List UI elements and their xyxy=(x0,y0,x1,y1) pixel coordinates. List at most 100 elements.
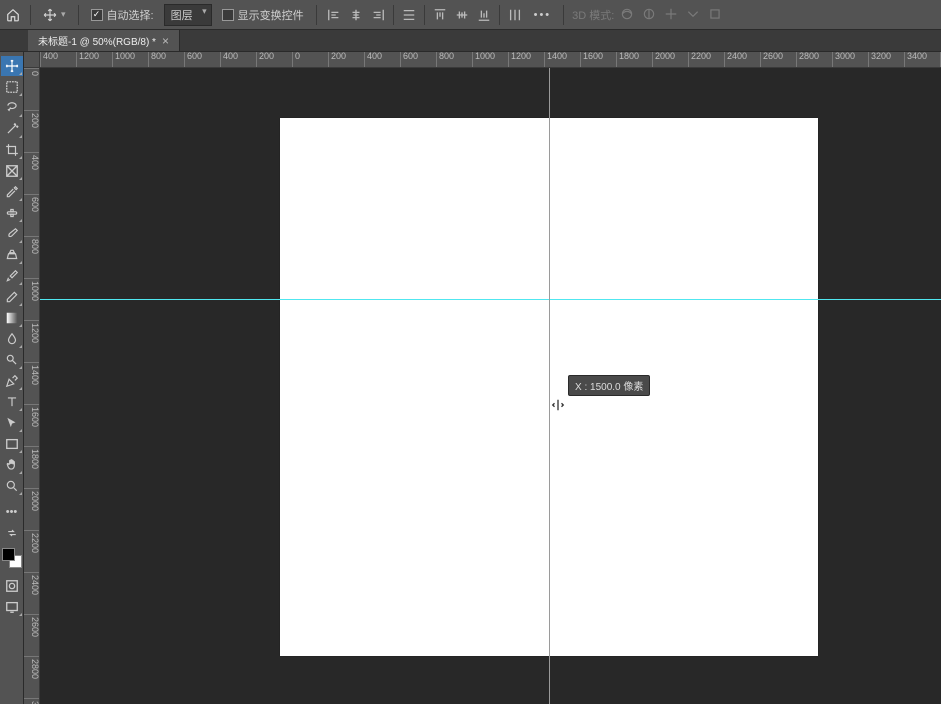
ruler-tick: 200 xyxy=(24,110,40,128)
divider xyxy=(316,5,317,25)
ruler-tick: 2200 xyxy=(24,530,40,553)
ruler-tick: 2000 xyxy=(652,52,675,68)
guide-position-tooltip: X : 1500.0 像素 xyxy=(568,375,650,396)
home-icon[interactable] xyxy=(4,6,22,24)
ruler-tick: 200 xyxy=(328,52,346,68)
ruler-tick: 2400 xyxy=(724,52,747,68)
auto-select-target-dropdown[interactable]: 图层 xyxy=(164,4,212,26)
horizontal-ruler[interactable]: 4001200100080060040020002004006008001000… xyxy=(40,52,941,68)
edit-toolbar-icon[interactable]: ••• xyxy=(1,502,23,522)
ruler-tick: 1600 xyxy=(24,404,40,427)
swap-colors-icon[interactable] xyxy=(1,523,23,543)
align-left-icon[interactable] xyxy=(325,6,343,24)
auto-select-checkbox[interactable]: 自动选择: xyxy=(87,5,158,25)
ruler-tick: 2400 xyxy=(24,572,40,595)
foreground-background-colors[interactable] xyxy=(2,548,22,568)
align-bottom-icon[interactable] xyxy=(475,6,493,24)
dodge-tool[interactable] xyxy=(1,350,23,370)
ruler-tick: 1200 xyxy=(508,52,531,68)
ruler-tick: 1000 xyxy=(472,52,495,68)
ruler-tick: 600 xyxy=(24,194,40,212)
ruler-tick: 400 xyxy=(220,52,238,68)
ruler-tick: 2800 xyxy=(796,52,819,68)
clone-stamp-tool[interactable] xyxy=(1,245,23,265)
3d-drag-icon[interactable] xyxy=(664,7,680,23)
gradient-tool[interactable] xyxy=(1,308,23,328)
move-tool-icon[interactable]: ▾ xyxy=(39,6,70,24)
type-tool[interactable] xyxy=(1,392,23,412)
ruler-tick: 1200 xyxy=(76,52,99,68)
ruler-tick: 800 xyxy=(436,52,454,68)
document-tab-bar: 未标题-1 @ 50%(RGB/8) * × xyxy=(0,30,941,52)
align-center-h-icon[interactable] xyxy=(347,6,365,24)
ruler-corner[interactable] xyxy=(24,52,40,68)
3d-icons-group xyxy=(620,7,724,23)
zoom-tool[interactable] xyxy=(1,476,23,496)
ruler-tick: 3200 xyxy=(868,52,891,68)
show-transform-controls-checkbox[interactable]: 显示变换控件 xyxy=(218,5,308,25)
distribute-h-icon[interactable] xyxy=(400,6,418,24)
foreground-color[interactable] xyxy=(2,548,15,561)
hand-tool[interactable] xyxy=(1,455,23,475)
auto-select-label: 自动选择: xyxy=(107,7,154,23)
blur-tool[interactable] xyxy=(1,329,23,349)
ruler-tick: 1800 xyxy=(24,446,40,469)
ruler-tick: 800 xyxy=(148,52,166,68)
checkbox-icon xyxy=(91,9,103,21)
lasso-tool[interactable] xyxy=(1,98,23,118)
document-tab[interactable]: 未标题-1 @ 50%(RGB/8) * × xyxy=(28,30,180,51)
ruler-tick: 1400 xyxy=(544,52,567,68)
healing-brush-tool[interactable] xyxy=(1,203,23,223)
magic-wand-tool[interactable] xyxy=(1,119,23,139)
checkbox-icon xyxy=(222,9,234,21)
divider xyxy=(499,5,500,25)
brush-tool[interactable] xyxy=(1,224,23,244)
canvas-area[interactable]: X : 1500.0 像素 xyxy=(40,68,941,704)
3d-rotate-icon[interactable] xyxy=(620,7,636,23)
show-transform-label: 显示变换控件 xyxy=(238,7,304,23)
rectangle-tool[interactable] xyxy=(1,434,23,454)
toolbox: ••• xyxy=(0,52,24,704)
close-tab-icon[interactable]: × xyxy=(162,34,169,48)
mode-3d-label: 3D 模式: xyxy=(572,7,614,23)
3d-roll-icon[interactable] xyxy=(642,7,658,23)
ruler-tick: 2200 xyxy=(688,52,711,68)
3d-scale-icon[interactable] xyxy=(708,7,724,23)
align-middle-v-icon[interactable] xyxy=(453,6,471,24)
document-tab-title: 未标题-1 @ 50%(RGB/8) * xyxy=(38,33,156,48)
ruler-tick: 400 xyxy=(40,52,58,68)
quick-mask-icon[interactable] xyxy=(1,576,23,596)
ruler-tick: 1400 xyxy=(24,362,40,385)
divider xyxy=(563,5,564,25)
path-selection-tool[interactable] xyxy=(1,413,23,433)
pen-tool[interactable] xyxy=(1,371,23,391)
ruler-tick: 1600 xyxy=(580,52,603,68)
move-tool[interactable] xyxy=(1,56,23,76)
vertical-ruler[interactable]: 0200400600800100012001400160018002000220… xyxy=(24,52,40,704)
ruler-tick: 2600 xyxy=(24,614,40,637)
eyedropper-tool[interactable] xyxy=(1,182,23,202)
ruler-tick: 1800 xyxy=(616,52,639,68)
divider xyxy=(30,5,31,25)
frame-tool[interactable] xyxy=(1,161,23,181)
align-top-icon[interactable] xyxy=(431,6,449,24)
divider xyxy=(424,5,425,25)
vertical-guide-dragging[interactable] xyxy=(549,68,550,704)
divider xyxy=(393,5,394,25)
history-brush-tool[interactable] xyxy=(1,266,23,286)
align-right-icon[interactable] xyxy=(369,6,387,24)
horizontal-guide[interactable] xyxy=(40,299,941,300)
eraser-tool[interactable] xyxy=(1,287,23,307)
ruler-tick: 600 xyxy=(184,52,202,68)
crop-tool[interactable] xyxy=(1,140,23,160)
ruler-tick: 2800 xyxy=(24,656,40,679)
more-options-icon[interactable]: ••• xyxy=(530,9,556,21)
marquee-tool[interactable] xyxy=(1,77,23,97)
divider xyxy=(78,5,79,25)
distribute-v-icon[interactable] xyxy=(506,6,524,24)
ruler-tick: 0 xyxy=(24,68,40,76)
3d-slide-icon[interactable] xyxy=(686,7,702,23)
screen-mode-icon[interactable] xyxy=(1,597,23,617)
ruler-tick: 3400 xyxy=(904,52,927,68)
ruler-tick: 800 xyxy=(24,236,40,254)
